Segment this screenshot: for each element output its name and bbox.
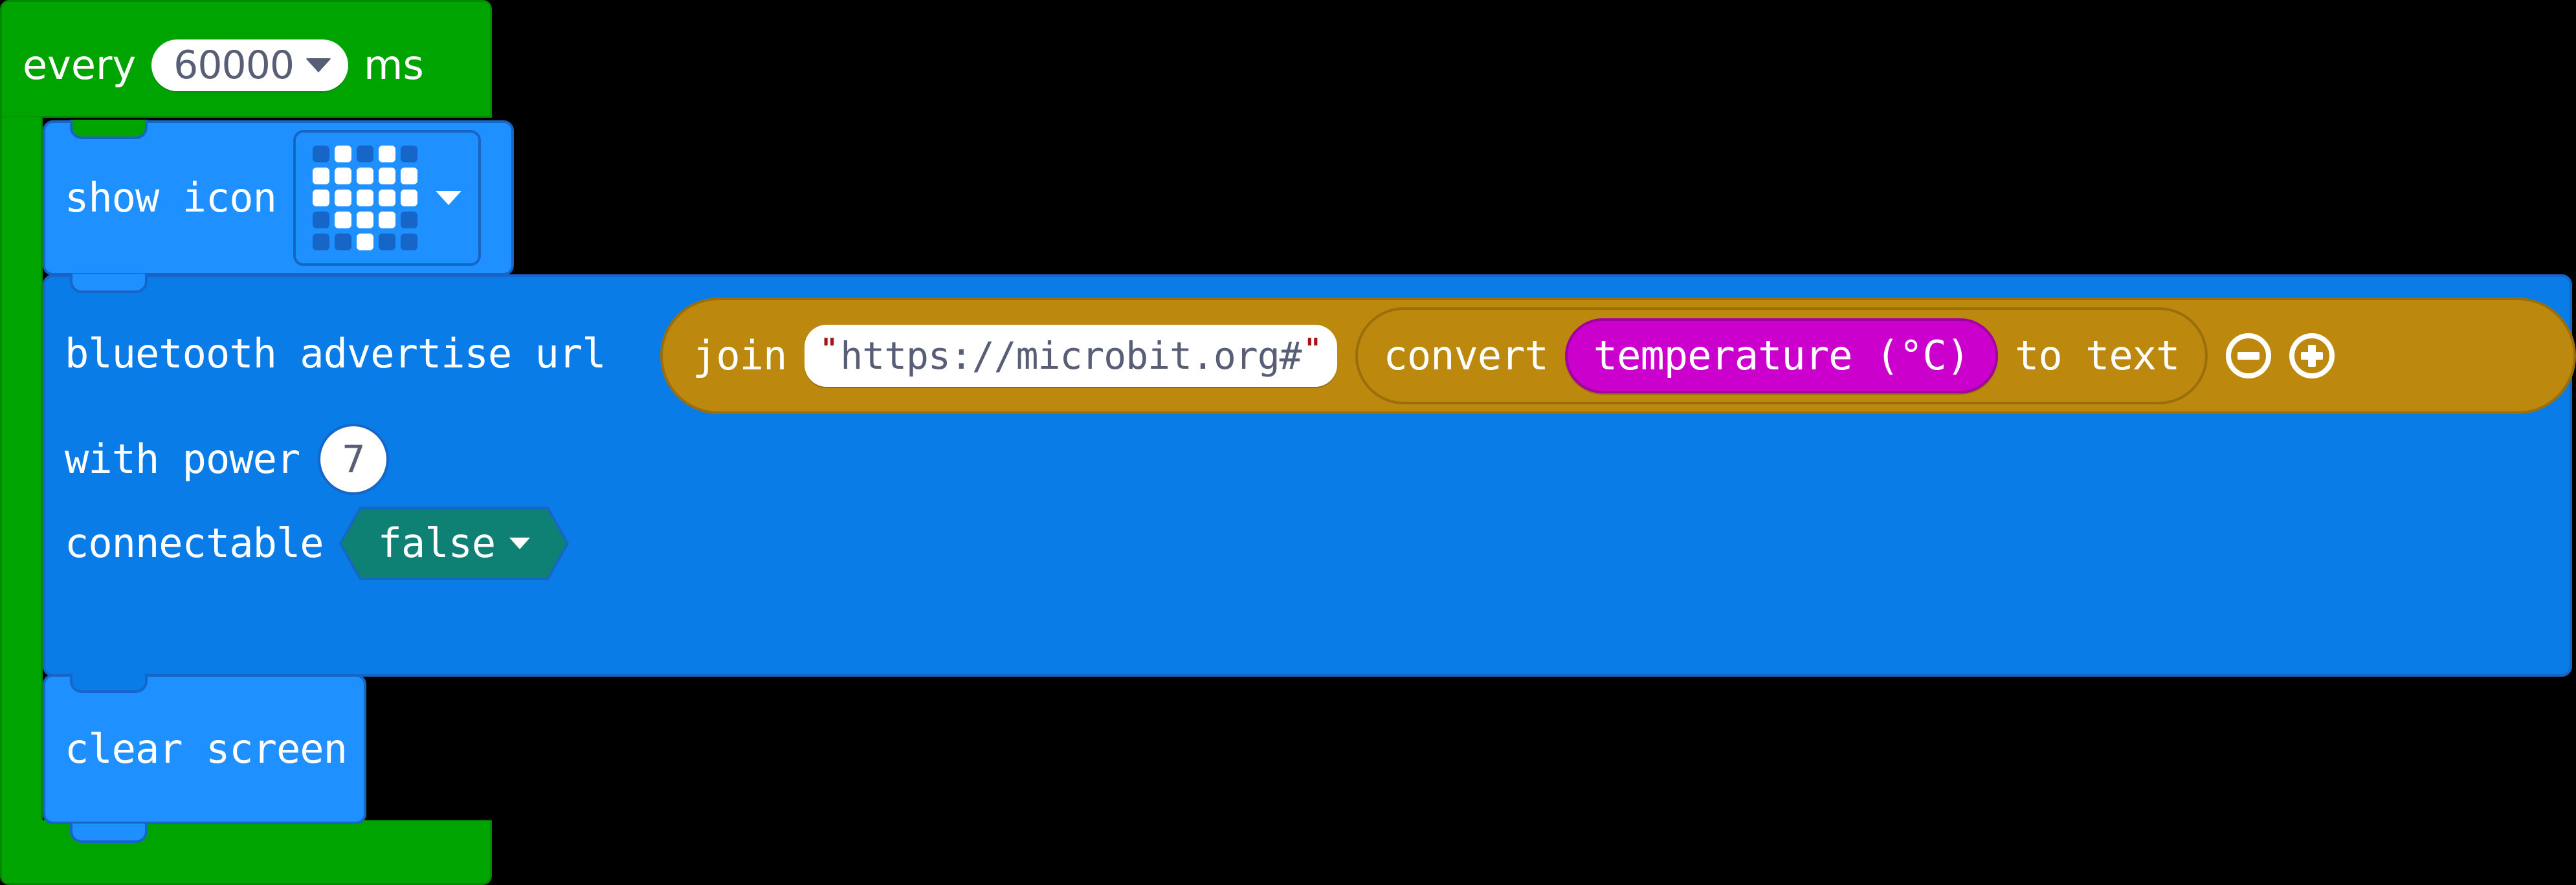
led-cell [400, 190, 417, 206]
power-value: 7 [341, 437, 366, 481]
led-cell [400, 146, 417, 162]
join-string-value: https://microbit.org# [840, 334, 1302, 378]
join-string-field[interactable]: " https://microbit.org# " [805, 325, 1337, 387]
led-cell [334, 234, 351, 250]
led-cell [400, 212, 417, 228]
led-cell [356, 234, 373, 250]
icon-dropdown-field[interactable] [293, 130, 481, 266]
convert-label: convert [1383, 332, 1549, 379]
led-cell [356, 190, 373, 206]
ms-label: ms [364, 41, 424, 89]
quote-open: " [821, 333, 837, 366]
led-cell [356, 168, 373, 184]
clear-screen-label: clear screen [65, 725, 348, 772]
led-cell [312, 234, 329, 250]
led-cell [334, 146, 351, 162]
led-cell [334, 190, 351, 206]
block-notch [70, 274, 148, 293]
led-cell [356, 146, 373, 162]
connectable-dropdown[interactable]: false [342, 509, 567, 578]
bluetooth-connectable-row: connectable false [65, 505, 566, 582]
every-label: every [23, 41, 137, 89]
block-convert-to-text[interactable]: convert temperature (°C) to text [1355, 307, 2208, 404]
connectable-boolean-field[interactable]: false [342, 509, 567, 578]
interval-dropdown-field[interactable]: 60000 [151, 39, 349, 91]
show-icon-label: show icon [65, 174, 277, 221]
block-show-icon[interactable]: show icon [43, 120, 514, 276]
led-cell [356, 212, 373, 228]
led-cell [378, 212, 395, 228]
led-cell [312, 212, 329, 228]
bluetooth-advertise-url-label: bluetooth advertise url [65, 330, 606, 377]
with-power-label: with power [65, 435, 300, 483]
led-cell [400, 168, 417, 184]
chevron-down-icon [509, 538, 530, 549]
block-notch-bottom [70, 824, 148, 843]
led-cell [334, 212, 351, 228]
show-icon-row: show icon [65, 123, 481, 273]
quote-close: " [1305, 333, 1320, 366]
minus-circle-icon[interactable] [2226, 333, 2272, 378]
led-cell [378, 234, 395, 250]
blockly-workspace[interactable]: every 60000 ms show icon bluetooth adver… [0, 0, 2576, 885]
every-block-left-spine [0, 116, 43, 822]
to-text-label: to text [2015, 332, 2180, 379]
led-cell [400, 234, 417, 250]
plus-circle-icon[interactable] [2289, 333, 2335, 378]
chevron-down-icon [305, 58, 332, 72]
led-cell [334, 168, 351, 184]
block-join[interactable]: join " https://microbit.org# " convert t… [660, 298, 2576, 414]
join-label: join [693, 332, 787, 379]
led-matrix-heart-icon [312, 146, 417, 250]
connectable-label: connectable [65, 519, 324, 567]
temperature-label: temperature (°C) [1593, 332, 1970, 379]
block-temperature[interactable]: temperature (°C) [1564, 318, 1999, 393]
every-block-row: every 60000 ms [23, 39, 424, 91]
clear-screen-row: clear screen [65, 677, 348, 822]
led-cell [378, 168, 395, 184]
interval-value: 60000 [173, 43, 294, 88]
connectable-value: false [377, 519, 496, 567]
every-block-header[interactable]: every 60000 ms [0, 0, 492, 118]
bluetooth-url-row: bluetooth advertise url [65, 299, 606, 409]
block-clear-screen[interactable]: clear screen [43, 673, 366, 843]
power-number-field[interactable]: 7 [318, 424, 390, 495]
led-cell [312, 190, 329, 206]
led-cell [312, 146, 329, 162]
bluetooth-power-row: with power 7 [65, 421, 390, 498]
chevron-down-icon [435, 191, 461, 205]
led-cell [312, 168, 329, 184]
led-cell [378, 146, 395, 162]
led-cell [378, 190, 395, 206]
